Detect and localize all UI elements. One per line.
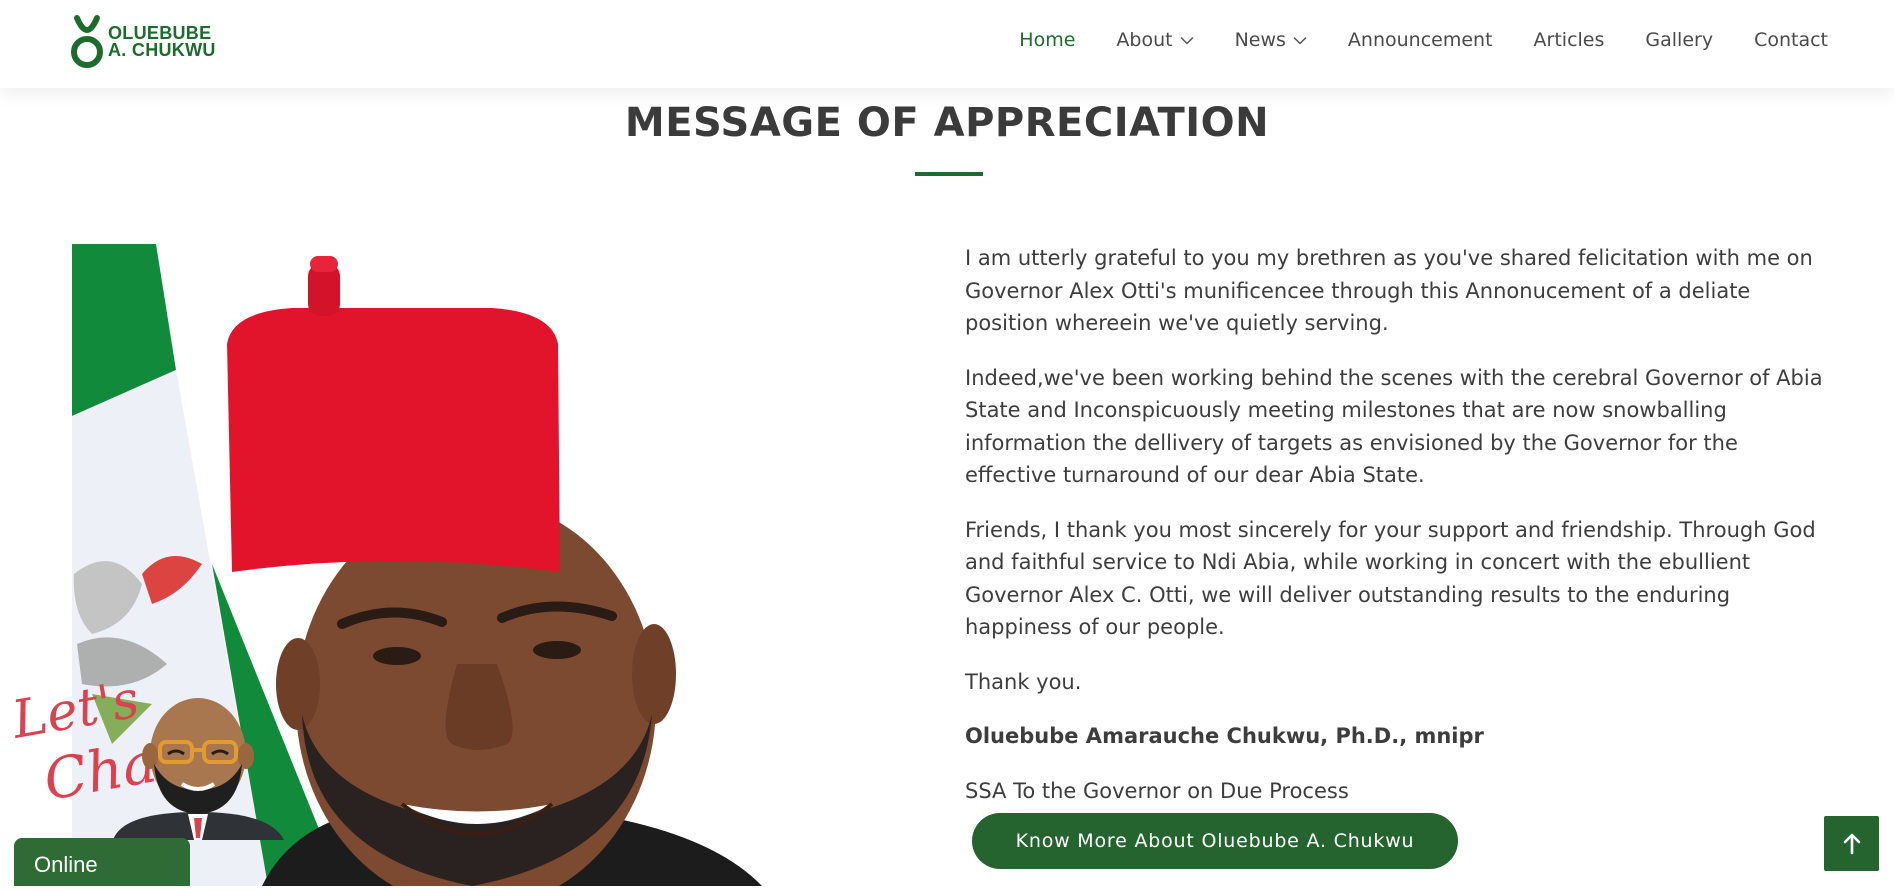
nav-label-contact: Contact (1754, 29, 1828, 51)
chevron-down-icon (1293, 36, 1307, 45)
message-paragraph: Thank you. (965, 669, 1082, 694)
logo-text: OLUEBUBE A. CHUKWU (108, 24, 216, 60)
know-more-button[interactable]: Know More About Oluebube A. Chukwu (972, 813, 1458, 869)
nav-label-gallery: Gallery (1645, 29, 1714, 51)
message-body: I am utterly grateful to you my brethren… (965, 242, 1825, 829)
site-logo[interactable]: OLUEBUBE A. CHUKWU (70, 14, 216, 70)
chevron-down-icon (1180, 36, 1194, 45)
message-paragraph: Indeed,we've been working behind the sce… (965, 365, 1823, 488)
nav-label-announcement: Announcement (1347, 29, 1493, 51)
nav-item-contact[interactable]: Contact (1754, 29, 1828, 51)
section-title: MESSAGE OF APPRECIATION (624, 100, 1270, 146)
nav-item-home[interactable]: Home (1019, 29, 1075, 51)
nav-item-news[interactable]: News (1235, 29, 1307, 51)
nav-label-home: Home (1019, 29, 1076, 51)
logo-mark-icon (71, 15, 103, 68)
message-paragraph: I am utterly grateful to you my brethren… (965, 246, 1813, 335)
nav-item-gallery[interactable]: Gallery (1645, 29, 1713, 51)
nav-label-about: About (1116, 29, 1173, 51)
main-nav: Home About News Announcement Articles Ga… (978, 0, 1828, 80)
arrow-up-icon (1843, 833, 1860, 854)
logo-line-2: A. CHUKWU (108, 40, 216, 60)
chat-online-status[interactable]: Online (14, 838, 190, 886)
title-underline (915, 172, 983, 176)
nav-item-articles[interactable]: Articles (1534, 29, 1605, 51)
signature-role: SSA To the Governor on Due Process (965, 778, 1349, 803)
red-cap (227, 308, 560, 572)
message-paragraph: Friends, I thank you most sincerely for … (965, 517, 1816, 640)
signature-name: Oluebube Amarauche Chukwu, Ph.D., mnipr (965, 724, 1484, 748)
site-header: OLUEBUBE A. CHUKWU Home About News Annou… (0, 0, 1894, 88)
nav-label-articles: Articles (1533, 29, 1605, 51)
nav-label-news: News (1234, 29, 1286, 51)
back-to-top-button[interactable] (1824, 816, 1879, 871)
nav-item-about[interactable]: About (1116, 29, 1194, 51)
nav-item-announcement[interactable]: Announcement (1348, 29, 1493, 51)
